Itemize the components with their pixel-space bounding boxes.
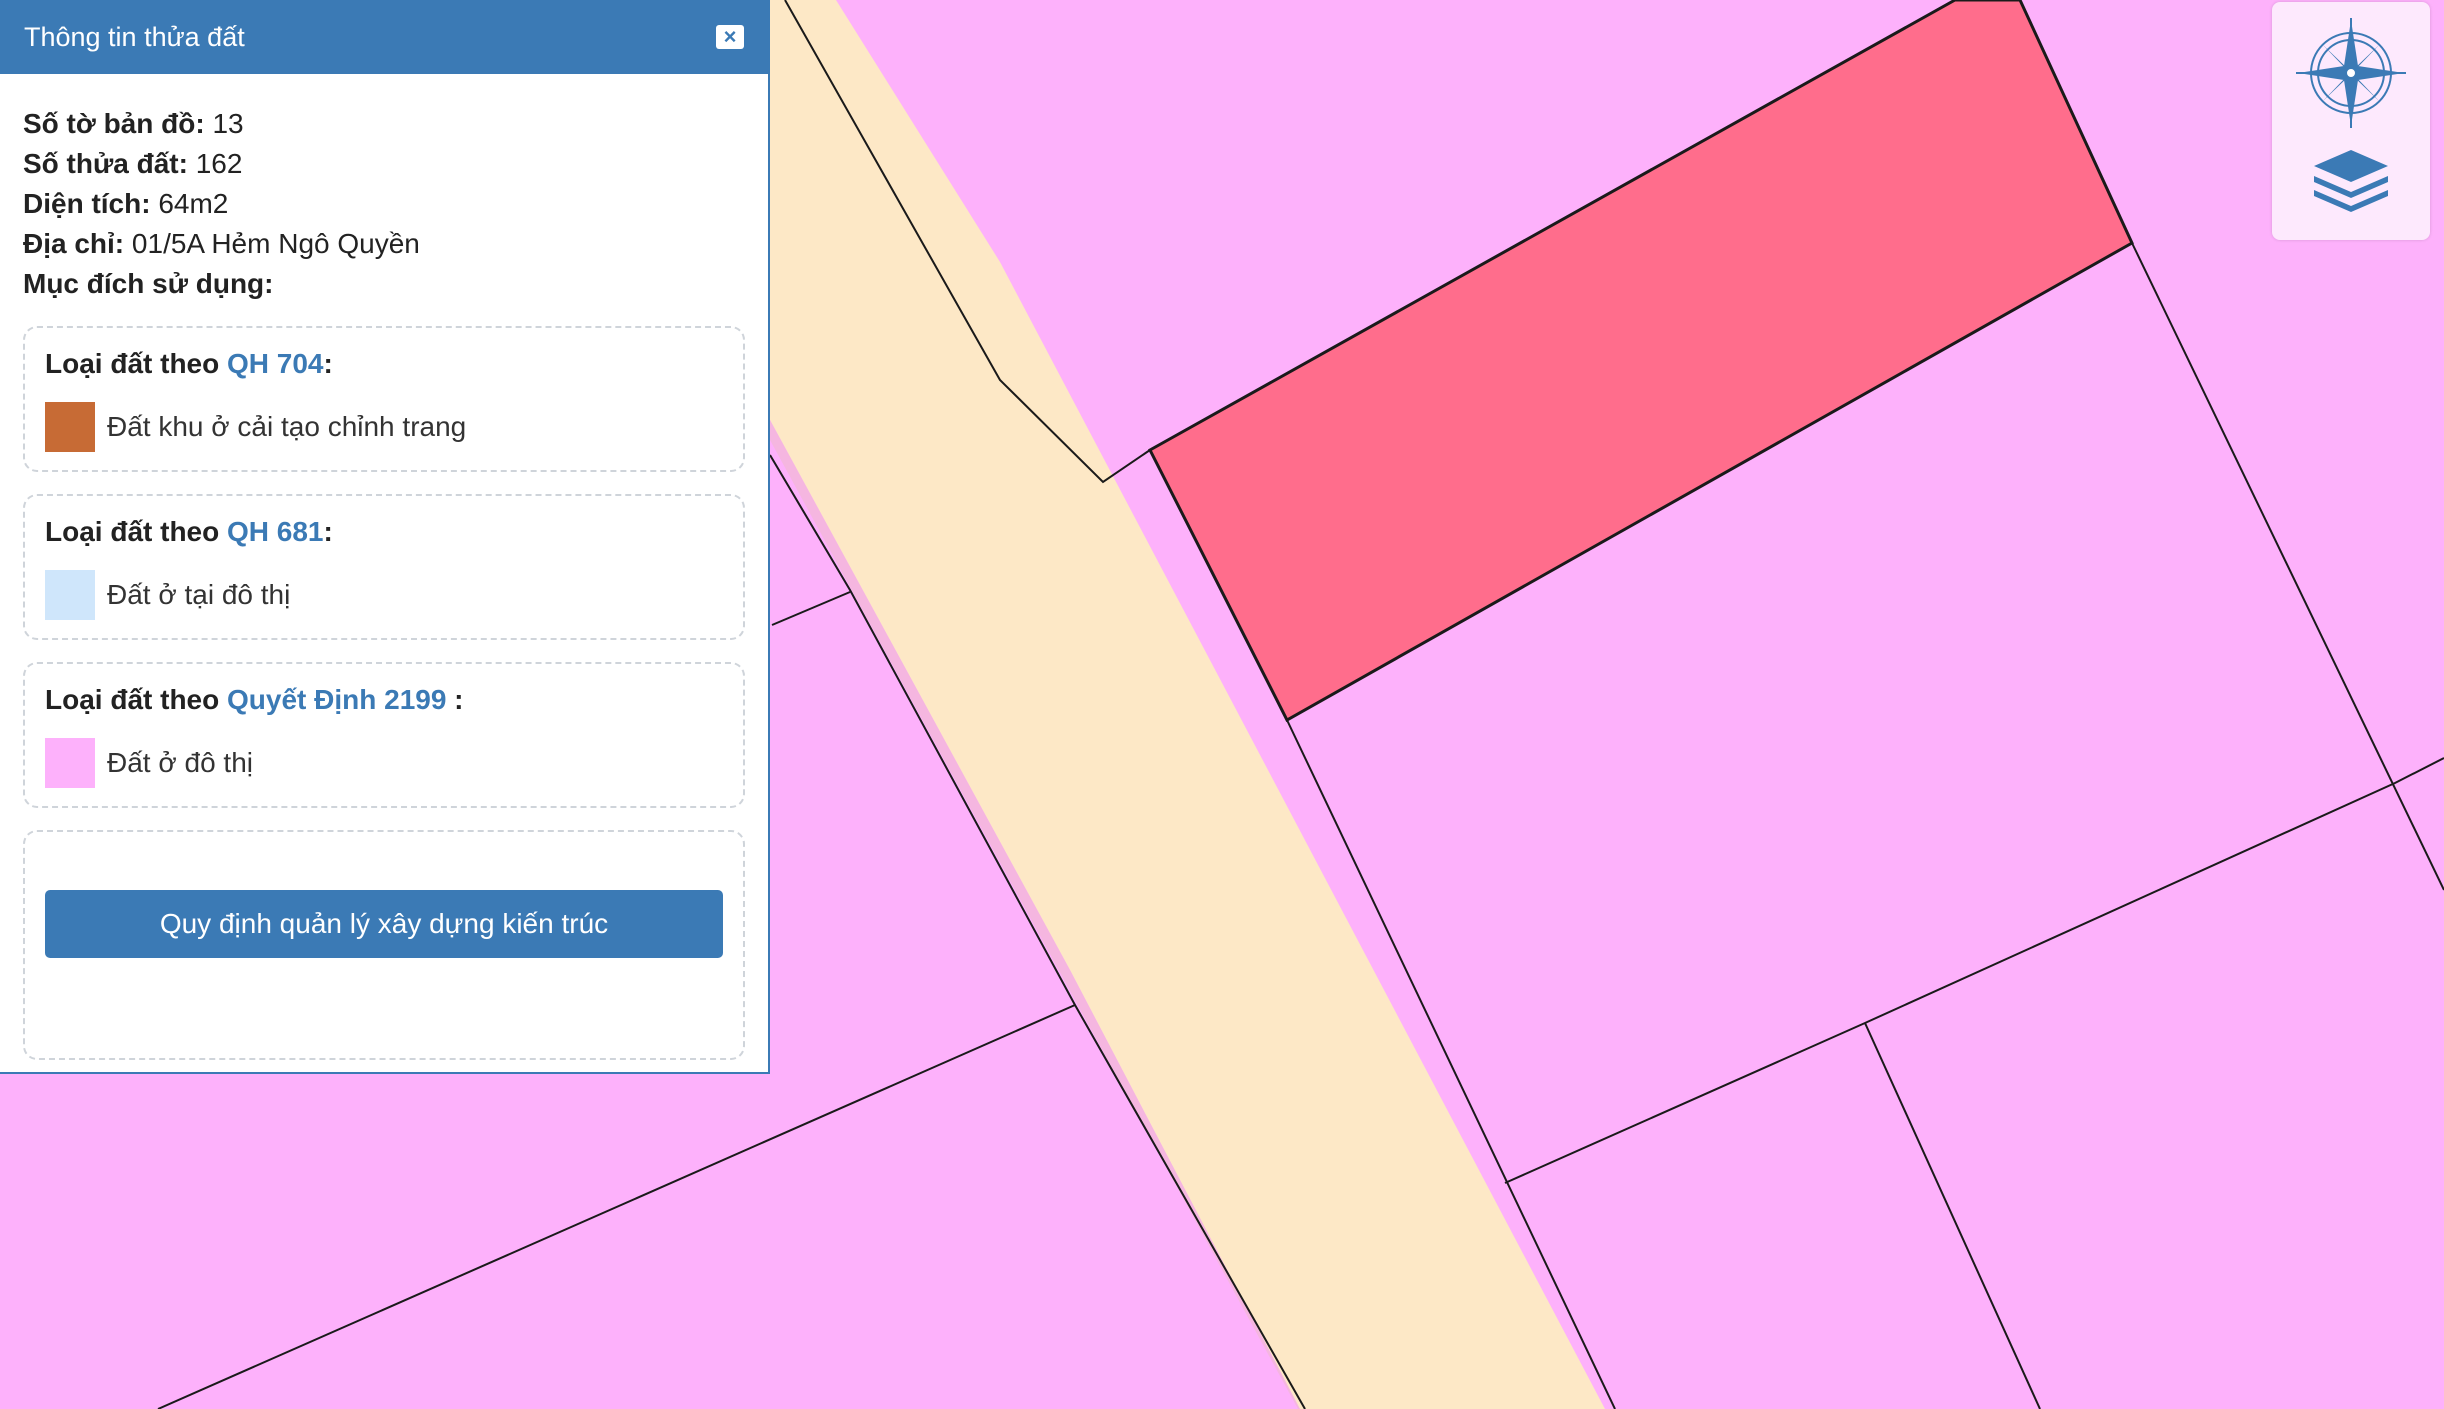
- field-value: 64m2: [150, 188, 229, 219]
- plan-prefix: Loại đất theo: [45, 516, 227, 547]
- land-type-label: Đất khu ở cải tạo chỉnh trang: [107, 411, 467, 442]
- field-label: Số thửa đất:: [23, 148, 188, 179]
- land-type-swatch: [45, 570, 95, 620]
- field-label: Mục đích sử dụng:: [23, 268, 274, 299]
- plan-suffix: :: [446, 684, 464, 715]
- map-controls: [2272, 2, 2430, 240]
- parcel-info-panel: Thông tin thửa đất × Số tờ bản đồ: 13 Số…: [0, 0, 770, 1074]
- map-sheet-number: Số tờ bản đồ: 13: [23, 104, 745, 144]
- plan-suffix: :: [323, 348, 333, 379]
- land-type-swatch: [45, 738, 95, 788]
- plan-prefix: Loại đất theo: [45, 684, 227, 715]
- plan-link-qd2199[interactable]: Quyết Định 2199: [227, 684, 446, 715]
- regulation-card: Quy định quản lý xây dựng kiến trúc: [23, 830, 745, 1060]
- plan-card-title: Loại đất theo QH 704:: [45, 348, 723, 380]
- layers-icon[interactable]: [2310, 150, 2392, 212]
- parcel-number: Số thửa đất: 162: [23, 144, 745, 184]
- plan-card-qd2199: Loại đất theo Quyết Định 2199 : Đất ở đô…: [23, 662, 745, 808]
- plan-card-qh681: Loại đất theo QH 681: Đất ở tại đô thị: [23, 494, 745, 640]
- land-type-swatch: [45, 402, 95, 452]
- legend-row: Đất ở đô thị: [45, 738, 723, 788]
- panel-title: Thông tin thửa đất: [24, 21, 245, 52]
- field-value: 01/5A Hẻm Ngô Quyền: [124, 228, 420, 259]
- field-value: 162: [187, 148, 243, 179]
- plan-link-qh704[interactable]: QH 704: [227, 348, 324, 379]
- plan-link-qh681[interactable]: QH 681: [227, 516, 324, 547]
- legend-row: Đất ở tại đô thị: [45, 570, 723, 620]
- field-label: Địa chỉ:: [23, 228, 125, 259]
- close-icon[interactable]: ×: [716, 25, 744, 49]
- panel-header: Thông tin thửa đất ×: [0, 0, 768, 74]
- land-type-label: Đất ở đô thị: [107, 747, 253, 778]
- field-value: 13: [204, 108, 244, 139]
- land-use-purpose: Mục đích sử dụng:: [23, 264, 745, 304]
- field-label: Số tờ bản đồ:: [23, 108, 205, 139]
- regulation-button[interactable]: Quy định quản lý xây dựng kiến trúc: [45, 890, 723, 958]
- field-label: Diện tích:: [23, 188, 151, 219]
- area: Diện tích: 64m2: [23, 184, 745, 224]
- land-type-label: Đất ở tại đô thị: [107, 579, 291, 610]
- plan-suffix: :: [323, 516, 333, 547]
- compass-icon[interactable]: [2292, 14, 2410, 132]
- address: Địa chỉ: 01/5A Hẻm Ngô Quyền: [23, 224, 745, 264]
- plan-card-title: Loại đất theo QH 681:: [45, 516, 723, 548]
- plan-card-title: Loại đất theo Quyết Định 2199 :: [45, 684, 723, 716]
- plan-card-qh704: Loại đất theo QH 704: Đất khu ở cải tạo …: [23, 326, 745, 472]
- panel-body: Số tờ bản đồ: 13 Số thửa đất: 162 Diện t…: [0, 74, 768, 1060]
- legend-row: Đất khu ở cải tạo chỉnh trang: [45, 402, 723, 452]
- plan-prefix: Loại đất theo: [45, 348, 227, 379]
